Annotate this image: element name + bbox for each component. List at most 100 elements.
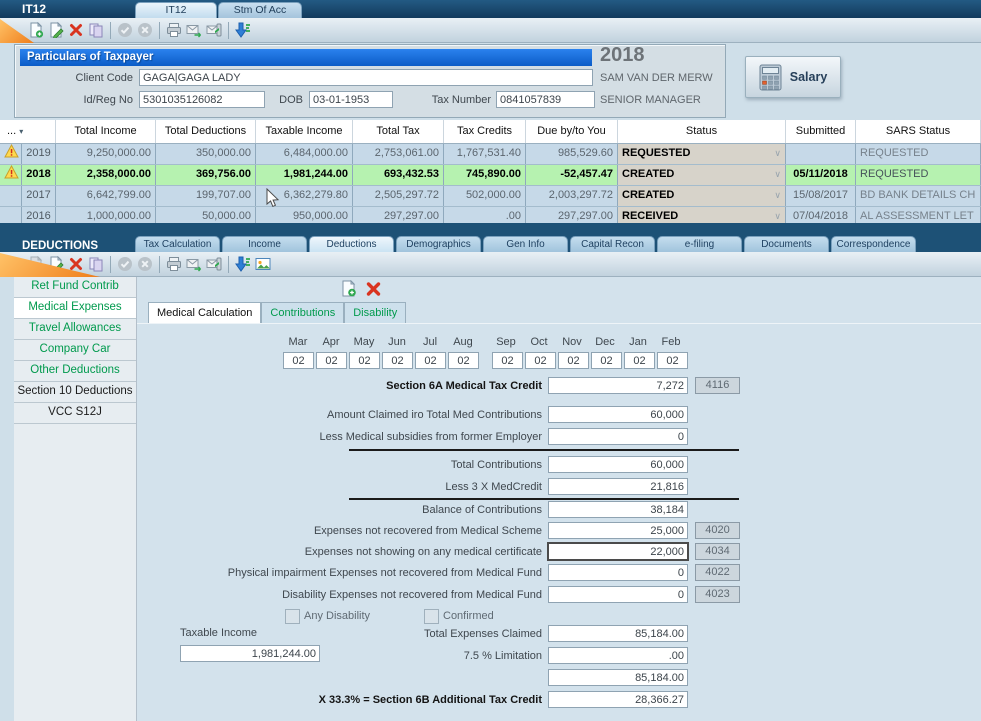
month-input-may[interactable] (349, 352, 380, 369)
status-dropdown[interactable]: CREATED∨ (618, 186, 786, 206)
sidebar-item-travel-allowances[interactable]: Travel Allowances (14, 319, 136, 340)
salary-button[interactable]: Salary (745, 56, 841, 98)
column-header[interactable]: Taxable Income (256, 120, 353, 143)
sars-status-cell[interactable]: REQUESTED (856, 144, 981, 164)
copy-record-icon[interactable] (86, 20, 106, 40)
year-cell[interactable]: 2018 (22, 165, 56, 185)
column-header[interactable]: Due by/to You (526, 120, 618, 143)
confirmed-checkbox[interactable] (424, 609, 439, 624)
subtab-medical-calculation[interactable]: Medical Calculation (148, 302, 261, 323)
column-header[interactable]: Total Tax (353, 120, 444, 143)
tab-correspondence[interactable]: Correspondence (831, 236, 916, 253)
month-input-feb[interactable] (657, 352, 688, 369)
month-input-sep[interactable] (492, 352, 523, 369)
month-input-nov[interactable] (558, 352, 589, 369)
total-income-cell[interactable]: 2,358,000.00 (56, 165, 156, 185)
approve-icon[interactable] (115, 20, 135, 40)
limitation-input[interactable] (548, 647, 688, 664)
physical-impairment-input[interactable] (548, 564, 688, 581)
less-subsidies-input[interactable] (548, 428, 688, 445)
due-cell[interactable]: -52,457.47 (526, 165, 618, 185)
month-input-jul[interactable] (415, 352, 446, 369)
column-header-filter[interactable]: ... ▾ (0, 120, 56, 143)
tax-number-input[interactable] (496, 91, 595, 108)
window-tab-stm-of-acc[interactable]: Stm Of Acc (218, 2, 302, 18)
balance-contributions-input[interactable] (548, 501, 688, 518)
month-input-dec[interactable] (591, 352, 622, 369)
tax-credits-cell[interactable]: 745,890.00 (444, 165, 526, 185)
tab-gen-info[interactable]: Gen Info (483, 236, 568, 253)
column-header[interactable]: SARS Status (856, 120, 981, 143)
month-input-aug[interactable] (448, 352, 479, 369)
sidebar-item-company-car[interactable]: Company Car (14, 340, 136, 361)
taxable-income-cell[interactable]: 1,981,244.00 (256, 165, 353, 185)
sars-status-cell[interactable]: REQUESTED (856, 165, 981, 185)
add-medical-record-icon[interactable] (340, 280, 357, 297)
import-data-icon[interactable] (233, 20, 253, 40)
dob-input[interactable] (309, 91, 393, 108)
status-dropdown[interactable]: CREATED∨ (618, 165, 786, 185)
print-icon[interactable] (164, 20, 184, 40)
tax-credits-cell[interactable]: 1,767,531.40 (444, 144, 526, 164)
send-receive-mail-icon[interactable] (184, 20, 204, 40)
window-tab-it12[interactable]: IT12 (135, 2, 217, 18)
submitted-cell[interactable]: 05/11/2018 (786, 165, 856, 185)
submitted-cell[interactable]: 15/08/2017 (786, 186, 856, 206)
print-icon[interactable] (164, 254, 184, 274)
send-to-icon[interactable] (204, 20, 224, 40)
edit-record-icon[interactable] (46, 20, 66, 40)
client-code-input[interactable] (139, 69, 593, 86)
grid-row-2018[interactable]: 2018 2,358,000.00 369,756.00 1,981,244.0… (0, 165, 981, 186)
due-cell[interactable]: 2,003,297.72 (526, 186, 618, 206)
tab-tax-calculation[interactable]: Tax Calculation (135, 236, 220, 253)
sars-status-cell[interactable]: BD BANK DETAILS CH (856, 186, 981, 206)
total-contributions-input[interactable] (548, 456, 688, 473)
send-receive-mail-icon[interactable] (184, 254, 204, 274)
column-header[interactable]: Submitted (786, 120, 856, 143)
total-deductions-cell[interactable]: 199,707.00 (156, 186, 256, 206)
copy-record-icon[interactable] (86, 254, 106, 274)
sidebar-item-medical-expenses[interactable]: Medical Expenses (14, 298, 136, 319)
submitted-cell[interactable] (786, 144, 856, 164)
net-expenses-input[interactable] (548, 669, 688, 686)
image-viewer-icon[interactable] (253, 254, 273, 274)
column-header[interactable]: Total Income (56, 120, 156, 143)
import-data-icon[interactable] (233, 254, 253, 274)
total-deductions-cell[interactable]: 369,756.00 (156, 165, 256, 185)
total-income-cell[interactable]: 6,642,799.00 (56, 186, 156, 206)
tab-income[interactable]: Income (222, 236, 307, 253)
sidebar-item-vcc-s12j[interactable]: VCC S12J (14, 403, 136, 424)
sidebar-item-ret-fund-contrib[interactable]: Ret Fund Contrib (14, 277, 136, 298)
column-header[interactable]: Status (618, 120, 786, 143)
month-input-jun[interactable] (382, 352, 413, 369)
expenses-no-certificate-input[interactable] (547, 542, 689, 561)
month-input-apr[interactable] (316, 352, 347, 369)
reject-icon[interactable] (135, 254, 155, 274)
send-to-icon[interactable] (204, 254, 224, 274)
month-input-oct[interactable] (525, 352, 556, 369)
expenses-not-recovered-input[interactable] (548, 522, 688, 539)
year-cell[interactable]: 2019 (22, 144, 56, 164)
grid-row-2019[interactable]: 2019 9,250,000.00 350,000.00 6,484,000.0… (0, 144, 981, 165)
delete-medical-record-icon[interactable] (365, 280, 382, 297)
total-expenses-claimed-input[interactable] (548, 625, 688, 642)
tab-e-filing[interactable]: e-filing (657, 236, 742, 253)
tab-documents[interactable]: Documents (744, 236, 829, 253)
subtab-contributions[interactable]: Contributions (261, 302, 344, 323)
column-header[interactable]: Tax Credits (444, 120, 526, 143)
total-income-cell[interactable]: 9,250,000.00 (56, 144, 156, 164)
disability-expenses-input[interactable] (548, 586, 688, 603)
month-input-jan[interactable] (624, 352, 655, 369)
tab-demographics[interactable]: Demographics (396, 236, 481, 253)
less-3x-medcredit-input[interactable] (548, 478, 688, 495)
total-tax-cell[interactable]: 2,753,061.00 (353, 144, 444, 164)
subtab-disability[interactable]: Disability (344, 302, 406, 323)
taxable-income-cell[interactable]: 6,362,279.80 (256, 186, 353, 206)
tax-credits-cell[interactable]: 502,000.00 (444, 186, 526, 206)
approve-icon[interactable] (115, 254, 135, 274)
column-header[interactable]: Total Deductions (156, 120, 256, 143)
delete-record-icon[interactable] (66, 20, 86, 40)
total-deductions-cell[interactable]: 350,000.00 (156, 144, 256, 164)
tab-deductions[interactable]: Deductions (309, 236, 394, 253)
section-6b-input[interactable] (548, 691, 688, 708)
